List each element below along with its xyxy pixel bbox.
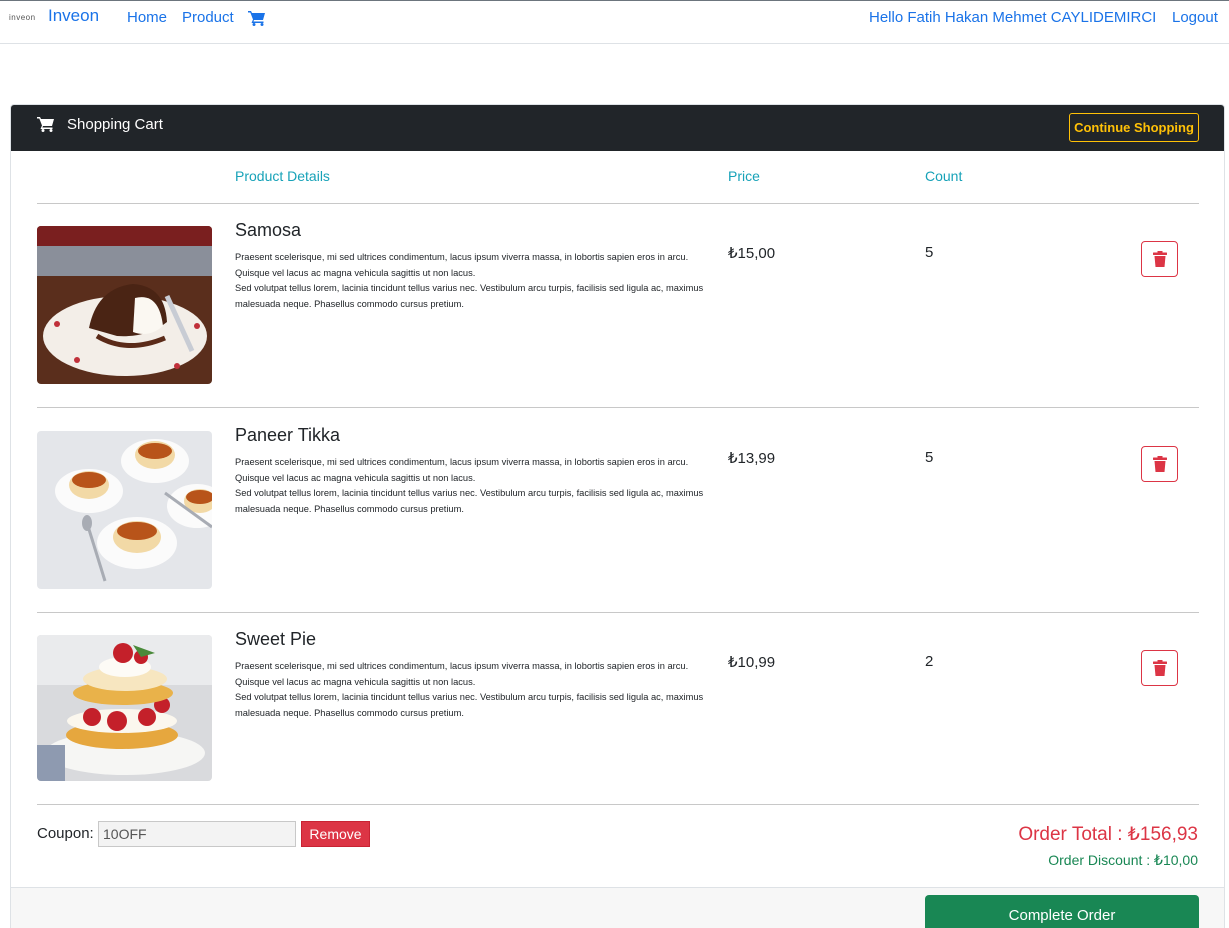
column-header-details: Product Details [235, 168, 330, 184]
cart-row: Samosa Praesent scelerisque, mi sed ultr… [11, 204, 1224, 384]
coupon-input[interactable] [98, 821, 296, 847]
shopping-cart-icon [37, 117, 54, 132]
logout-link[interactable]: Logout [1172, 9, 1218, 26]
cart-row: Sweet Pie Praesent scelerisque, mi sed u… [11, 613, 1224, 793]
user-greeting-link[interactable]: Hello Fatih Hakan Mehmet CAYLIDEMIRCI [869, 9, 1156, 26]
product-name: Sweet Pie [235, 629, 317, 649]
brand-name[interactable]: Inveon [48, 6, 99, 26]
product-description-line: Praesent scelerisque, mi sed ultrices co… [235, 661, 689, 687]
shopping-cart-icon[interactable] [248, 10, 266, 26]
cart-row: Paneer Tikka Praesent scelerisque, mi se… [11, 409, 1224, 589]
nav-product-link[interactable]: Product [182, 9, 234, 26]
divider [37, 407, 1199, 408]
product-count: 2 [925, 653, 934, 670]
product-price: ₺13,99 [728, 450, 776, 467]
delete-item-button[interactable] [1141, 650, 1178, 686]
product-description-line: Sed volutpat tellus lorem, lacinia tinci… [235, 692, 704, 718]
product-image-caramel-flan [37, 431, 212, 589]
column-header-count: Count [925, 168, 963, 184]
cart-title: Shopping Cart [67, 116, 163, 133]
product-count: 5 [925, 244, 934, 261]
product-name: Paneer Tikka [235, 425, 341, 445]
product-price: ₺10,99 [728, 654, 776, 671]
product-description-line: Sed volutpat tellus lorem, lacinia tinci… [235, 283, 704, 309]
shopping-cart-card: Shopping Cart Continue Shopping Product … [10, 104, 1225, 928]
product-name: Samosa [235, 220, 302, 240]
product-image-strawberry-shortcake [37, 635, 212, 781]
product-price: ₺15,00 [728, 245, 776, 262]
trash-icon [1153, 456, 1167, 472]
product-image-chocolate-lava-cake [37, 226, 212, 384]
product-description-line: Sed volutpat tellus lorem, lacinia tinci… [235, 488, 704, 514]
cart-footer: Complete Order [11, 887, 1224, 928]
product-description-line: Praesent scelerisque, mi sed ultrices co… [235, 252, 689, 278]
delete-item-button[interactable] [1141, 446, 1178, 482]
top-navbar: inveon Inveon Home Product Hello Fatih H… [0, 0, 1229, 44]
trash-icon [1153, 251, 1167, 267]
trash-icon [1153, 660, 1167, 676]
delete-item-button[interactable] [1141, 241, 1178, 277]
cart-header: Shopping Cart Continue Shopping [11, 105, 1224, 151]
divider [37, 804, 1199, 805]
nav-home-link[interactable]: Home [127, 9, 167, 26]
column-header-price: Price [728, 168, 760, 184]
product-description: Praesent scelerisque, mi sed ultrices co… [235, 659, 705, 721]
order-total: Order Total : ₺156,93 [1018, 824, 1198, 845]
coupon-label: Coupon: [37, 825, 94, 842]
continue-shopping-button[interactable]: Continue Shopping [1069, 113, 1199, 142]
product-description: Praesent scelerisque, mi sed ultrices co… [235, 250, 705, 312]
product-description-line: Praesent scelerisque, mi sed ultrices co… [235, 457, 689, 483]
order-discount: Order Discount : ₺10,00 [1048, 852, 1198, 868]
product-count: 5 [925, 449, 934, 466]
complete-order-button[interactable]: Complete Order [925, 895, 1199, 928]
brand-logo[interactable]: inveon [9, 13, 36, 22]
remove-coupon-button[interactable]: Remove [301, 821, 370, 847]
product-description: Praesent scelerisque, mi sed ultrices co… [235, 455, 705, 517]
